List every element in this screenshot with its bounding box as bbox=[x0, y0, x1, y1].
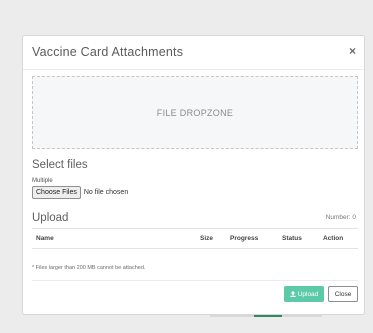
column-header-name: Name bbox=[36, 235, 54, 242]
file-size-note: * Files larger than 200 MB cannot be att… bbox=[32, 265, 146, 271]
column-header-action: Action bbox=[323, 235, 344, 242]
file-dropzone[interactable]: FILE DROPZONE bbox=[32, 76, 358, 149]
modal-title: Vaccine Card Attachments bbox=[32, 45, 184, 59]
background-bar-segment bbox=[210, 315, 254, 317]
choose-files-button[interactable]: Choose Files bbox=[32, 186, 81, 199]
attachments-modal: Vaccine Card Attachments × FILE DROPZONE… bbox=[22, 35, 365, 315]
select-files-heading: Select files bbox=[32, 159, 88, 171]
upload-button-label: Upload bbox=[297, 290, 319, 298]
multiple-label: Multiple bbox=[32, 178, 53, 184]
table-top-divider bbox=[32, 228, 358, 229]
column-header-status: Status bbox=[282, 235, 302, 242]
table-header-divider bbox=[32, 248, 358, 249]
close-icon[interactable]: × bbox=[349, 44, 356, 58]
upload-icon bbox=[289, 291, 296, 297]
no-file-chosen-text: No file chosen bbox=[83, 189, 129, 196]
modal-header: Vaccine Card Attachments × bbox=[23, 36, 364, 70]
background-bar-segment bbox=[254, 315, 282, 317]
upload-button[interactable]: Upload bbox=[284, 286, 324, 302]
footer-divider bbox=[32, 280, 358, 281]
dropzone-label: FILE DROPZONE bbox=[156, 107, 234, 118]
file-input: Choose Files No file chosen bbox=[32, 186, 128, 199]
column-header-size: Size bbox=[200, 235, 214, 242]
upload-heading: Upload bbox=[32, 212, 69, 224]
file-count-label: Number: 0 bbox=[325, 214, 356, 221]
background-bar-segment bbox=[282, 315, 322, 317]
close-button[interactable]: Close bbox=[328, 286, 358, 302]
column-header-progress: Progress bbox=[230, 235, 259, 242]
upload-table-header: Name Size Progress Status Action bbox=[32, 235, 358, 245]
